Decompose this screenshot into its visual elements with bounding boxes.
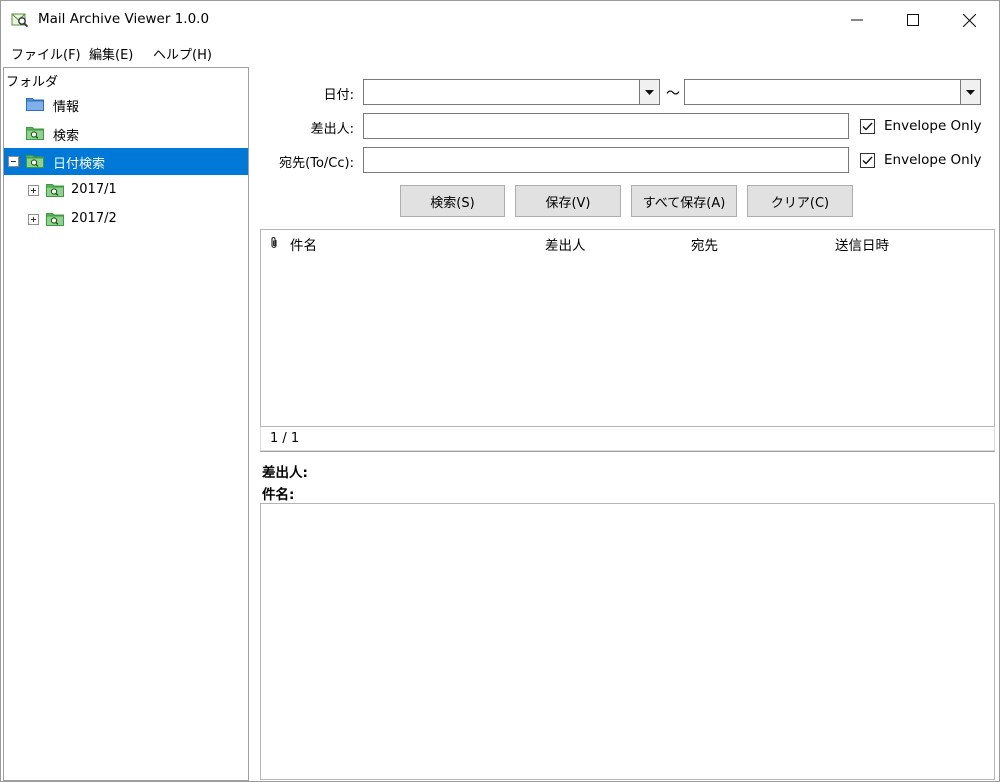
tree-item-info[interactable]: 情報: [4, 91, 248, 118]
checkbox-checked-icon[interactable]: [860, 152, 875, 168]
message-list[interactable]: 件名 差出人 宛先 送信日時: [260, 229, 995, 427]
search-folder-icon: [26, 127, 44, 140]
splitter[interactable]: [260, 451, 995, 452]
envelope-only-label: Envelope Only: [884, 118, 982, 134]
to-input[interactable]: [363, 147, 849, 173]
column-header-sent-date[interactable]: 送信日時: [835, 234, 889, 254]
close-button[interactable]: [941, 1, 997, 39]
tree-item-label: 日付検索: [53, 157, 106, 172]
envelope-only-from-checkbox[interactable]: Envelope Only: [860, 118, 981, 134]
tree-item-date-search[interactable]: 日付検索: [4, 148, 248, 175]
menu-help[interactable]: ヘルプ(H): [153, 44, 212, 63]
search-panel: 日付: ～ 差出人: Envelope Only 宛先(To/Cc): Enve…: [251, 67, 999, 781]
expand-toggle-icon[interactable]: [28, 185, 39, 196]
to-label: 宛先(To/Cc):: [279, 156, 354, 171]
maximize-button[interactable]: [885, 1, 941, 39]
menu-bar: ファイル(F) 編集(E) ヘルプ(H): [1, 39, 999, 65]
page-indicator: 1 / 1: [270, 431, 300, 446]
tree-item-2017-1[interactable]: 2017/1: [4, 177, 248, 204]
minimize-button[interactable]: [829, 1, 885, 39]
range-separator: ～: [666, 86, 680, 102]
date-to-picker[interactable]: [684, 79, 981, 105]
checkbox-checked-icon[interactable]: [860, 118, 875, 134]
pager: 1 / 1: [260, 427, 995, 451]
maximize-icon: [907, 14, 919, 26]
attachment-icon: [271, 237, 277, 249]
column-header-subject[interactable]: 件名: [290, 234, 317, 254]
search-folder-icon: [26, 155, 44, 168]
app-window: Mail Archive Viewer 1.0.0 ファイル(F) 編集(E) …: [0, 0, 1000, 782]
menu-edit[interactable]: 編集(E): [89, 44, 133, 63]
message-body-view[interactable]: [260, 503, 995, 780]
app-icon: [11, 13, 29, 28]
menu-file[interactable]: ファイル(F): [11, 44, 81, 63]
dropdown-arrow-icon[interactable]: [960, 80, 980, 104]
collapse-toggle-icon[interactable]: [8, 156, 19, 167]
close-icon: [962, 13, 976, 27]
tree-root-label: フォルダ: [6, 75, 59, 90]
tree-item-search[interactable]: 検索: [4, 120, 248, 147]
detail-subject-label: 件名:: [262, 487, 295, 503]
search-button[interactable]: 検索(S): [400, 185, 505, 217]
date-from-picker[interactable]: [363, 79, 660, 105]
save-button[interactable]: 保存(V): [515, 185, 621, 217]
minimize-icon: [851, 19, 863, 21]
from-label: 差出人:: [310, 122, 354, 137]
folder-icon: [26, 98, 44, 111]
from-input[interactable]: [363, 113, 849, 139]
tree-item-label: 検索: [53, 129, 80, 144]
folder-tree[interactable]: フォルダ 情報 検索 日付検索 2017/1 2017/2: [3, 67, 249, 781]
clear-button[interactable]: クリア(C): [747, 185, 853, 217]
expand-toggle-icon[interactable]: [28, 214, 39, 225]
tree-item-label: 2017/2: [71, 211, 117, 226]
tree-item-2017-2[interactable]: 2017/2: [4, 206, 248, 233]
dropdown-arrow-icon[interactable]: [639, 80, 659, 104]
window-title: Mail Archive Viewer 1.0.0: [38, 11, 210, 27]
column-header-from[interactable]: 差出人: [545, 234, 586, 254]
search-folder-icon: [46, 213, 64, 226]
detail-from-label: 差出人:: [262, 465, 308, 481]
envelope-only-to-checkbox[interactable]: Envelope Only: [860, 152, 981, 168]
date-label: 日付:: [323, 88, 354, 103]
save-all-button[interactable]: すべて保存(A): [631, 185, 737, 217]
search-folder-icon: [46, 184, 64, 197]
column-header-to[interactable]: 宛先: [691, 234, 718, 254]
tree-item-label: 情報: [53, 100, 80, 115]
tree-item-label: 2017/1: [71, 182, 117, 197]
title-bar[interactable]: Mail Archive Viewer 1.0.0: [1, 1, 999, 39]
envelope-only-label: Envelope Only: [884, 152, 982, 168]
